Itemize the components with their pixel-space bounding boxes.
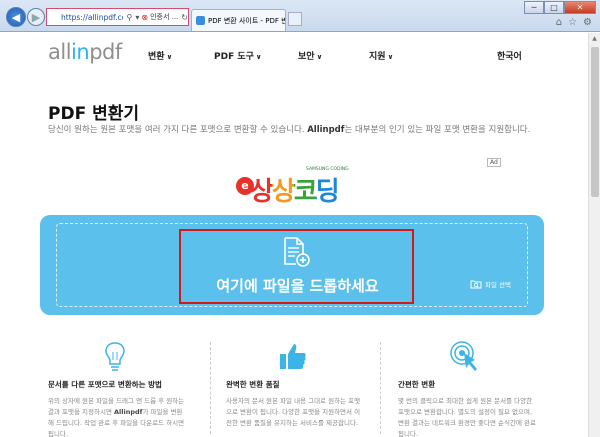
- file-select-button[interactable]: 파일 선택: [470, 279, 511, 289]
- feature-text: 몇 번의 클릭으로 최대한 쉽게 원본 문서를 다양한 포맷으로 변환합니다. …: [398, 397, 536, 437]
- ad-logo-text: 상상코딩: [250, 171, 340, 208]
- forward-button[interactable]: ▶: [27, 8, 45, 26]
- feature-text: 사용자의 문서 원본 파일 내용 그대로 원하는 포맷으로 변환이 됩니다. 다…: [226, 397, 361, 427]
- browser-tab[interactable]: PDF 변환 사이트 - PDF 변... ✕: [191, 9, 286, 31]
- feature-text: 위의 상자에 원본 파일을 드래그 앤 드롭 후 원하는 결과 포맷을 지정하시…: [48, 396, 188, 437]
- feature-title: 간편한 변환: [398, 380, 436, 389]
- chevron-down-icon: ∨: [166, 53, 173, 61]
- arrow-left-icon: ◀: [11, 10, 21, 24]
- site-logo[interactable]: allinpdf: [48, 40, 122, 64]
- back-button[interactable]: ◀: [6, 7, 26, 27]
- chevron-down-icon: ∨: [316, 53, 323, 61]
- nav-pdf-tools[interactable]: PDF 도구 ∨: [214, 49, 262, 62]
- nav-support-label: 지원: [369, 52, 386, 62]
- nav-convert-label: 변환: [148, 52, 165, 62]
- highlight-box: [179, 229, 414, 304]
- feature-brand: Allinpdf: [114, 408, 143, 416]
- desc-brand: Allinpdf: [307, 125, 345, 135]
- scrollbar-thumb[interactable]: [591, 47, 599, 197]
- language-selector[interactable]: 한국어: [497, 49, 522, 62]
- feature-divider: [210, 342, 211, 434]
- page-description: 당신이 원하는 원본 포맷을 여러 가지 다른 포맷으로 변환할 수 있습니다.…: [48, 123, 548, 137]
- chevron-down-icon: ∨: [387, 53, 394, 61]
- feature-divider: [380, 342, 381, 434]
- feature-title: 완벽한 변환 품질: [226, 380, 280, 389]
- tab-title: PDF 변환 사이트 - PDF 변...: [208, 16, 286, 25]
- home-icon[interactable]: ⌂: [556, 17, 562, 28]
- settings-gear-icon[interactable]: ⚙: [583, 17, 592, 28]
- browser-toolbar: ◀ ▶ https://allinpdf.com/conv ⚲ ▾ ⊗ 인증서 …: [0, 0, 600, 32]
- page-scrollbar[interactable]: ▲: [588, 33, 600, 437]
- page-title: PDF 변환기: [48, 104, 140, 124]
- feature-quality: 완벽한 변환 품질 사용자의 문서 원본 파일 내용 그대로 원하는 포맷으로 …: [218, 334, 368, 437]
- desc-text-2: 는 대부분의 인기 있는 파일 포맷 변환을 지원합니다.: [344, 125, 531, 135]
- logo-text-in: in: [71, 40, 90, 64]
- close-window-button[interactable]: ✕: [564, 1, 596, 14]
- address-bar[interactable]: https://allinpdf.com/conv ⚲ ▾ ⊗ 인증서 ... …: [46, 8, 189, 26]
- new-tab-button[interactable]: [288, 12, 302, 26]
- nav-pdf-tools-label: PDF 도구: [214, 52, 254, 62]
- ad-text: 상상코딩: [250, 177, 340, 207]
- logo-text-all: all: [48, 40, 72, 64]
- feature-how-to: 문서를 다른 포맷으로 변환하는 방법 위의 상자에 원본 파일을 드래그 앤 …: [40, 334, 190, 437]
- tap-click-icon: [450, 341, 477, 371]
- refresh-icon[interactable]: ↻: [181, 13, 188, 22]
- browser-tool-icons: ⌂ ☆ ⚙: [556, 17, 592, 28]
- search-icon[interactable]: ⚲: [126, 13, 132, 22]
- arrow-right-icon: ▶: [31, 10, 41, 24]
- ad-banner[interactable]: e SAMSUNG CODING 상상코딩: [236, 165, 366, 210]
- ad-badge[interactable]: Ad: [487, 158, 501, 167]
- cert-error-icon[interactable]: ⊗: [141, 13, 148, 22]
- window-controls: ─ □ ✕: [524, 1, 596, 14]
- nav-security-label: 보안: [298, 52, 315, 62]
- lightbulb-icon: [105, 342, 125, 371]
- favorites-star-icon[interactable]: ☆: [568, 17, 577, 28]
- desc-text-1: 당신이 원하는 원본 포맷을 여러 가지 다른 포맷으로 변환할 수 있습니다.: [48, 125, 308, 135]
- feature-title: 문서를 다른 포맷으로 변환하는 방법: [48, 380, 162, 389]
- nav-security[interactable]: 보안 ∨: [298, 49, 322, 62]
- folder-search-icon: [470, 280, 482, 289]
- nav-convert[interactable]: 변환 ∨: [148, 49, 172, 62]
- features-section: 문서를 다른 포맷으로 변환하는 방법 위의 상자에 원본 파일을 드래그 앤 …: [40, 334, 550, 437]
- address-url[interactable]: https://allinpdf.com/conv: [61, 13, 123, 22]
- dropdown-icon[interactable]: ▾: [135, 13, 139, 22]
- maximize-button[interactable]: □: [544, 1, 564, 14]
- logo-text-pdf: pdf: [89, 40, 122, 64]
- chevron-down-icon: ∨: [255, 53, 262, 61]
- nav-support[interactable]: 지원 ∨: [369, 49, 393, 62]
- file-select-label: 파일 선택: [485, 281, 511, 289]
- feature-easy: 간편한 변환 몇 번의 클릭으로 최대한 쉽게 원본 문서를 다양한 포맷으로 …: [390, 334, 540, 437]
- thumbs-up-icon: [280, 344, 306, 369]
- site-header: allinpdf 변환 ∨ PDF 도구 ∨ 보안 ∨ 지원 ∨ 한국어: [0, 33, 588, 77]
- scroll-up-arrow-icon[interactable]: ▲: [589, 33, 600, 44]
- favicon-icon: [196, 16, 205, 25]
- cert-label[interactable]: 인증서 ...: [150, 12, 178, 22]
- minimize-button[interactable]: ─: [524, 1, 544, 14]
